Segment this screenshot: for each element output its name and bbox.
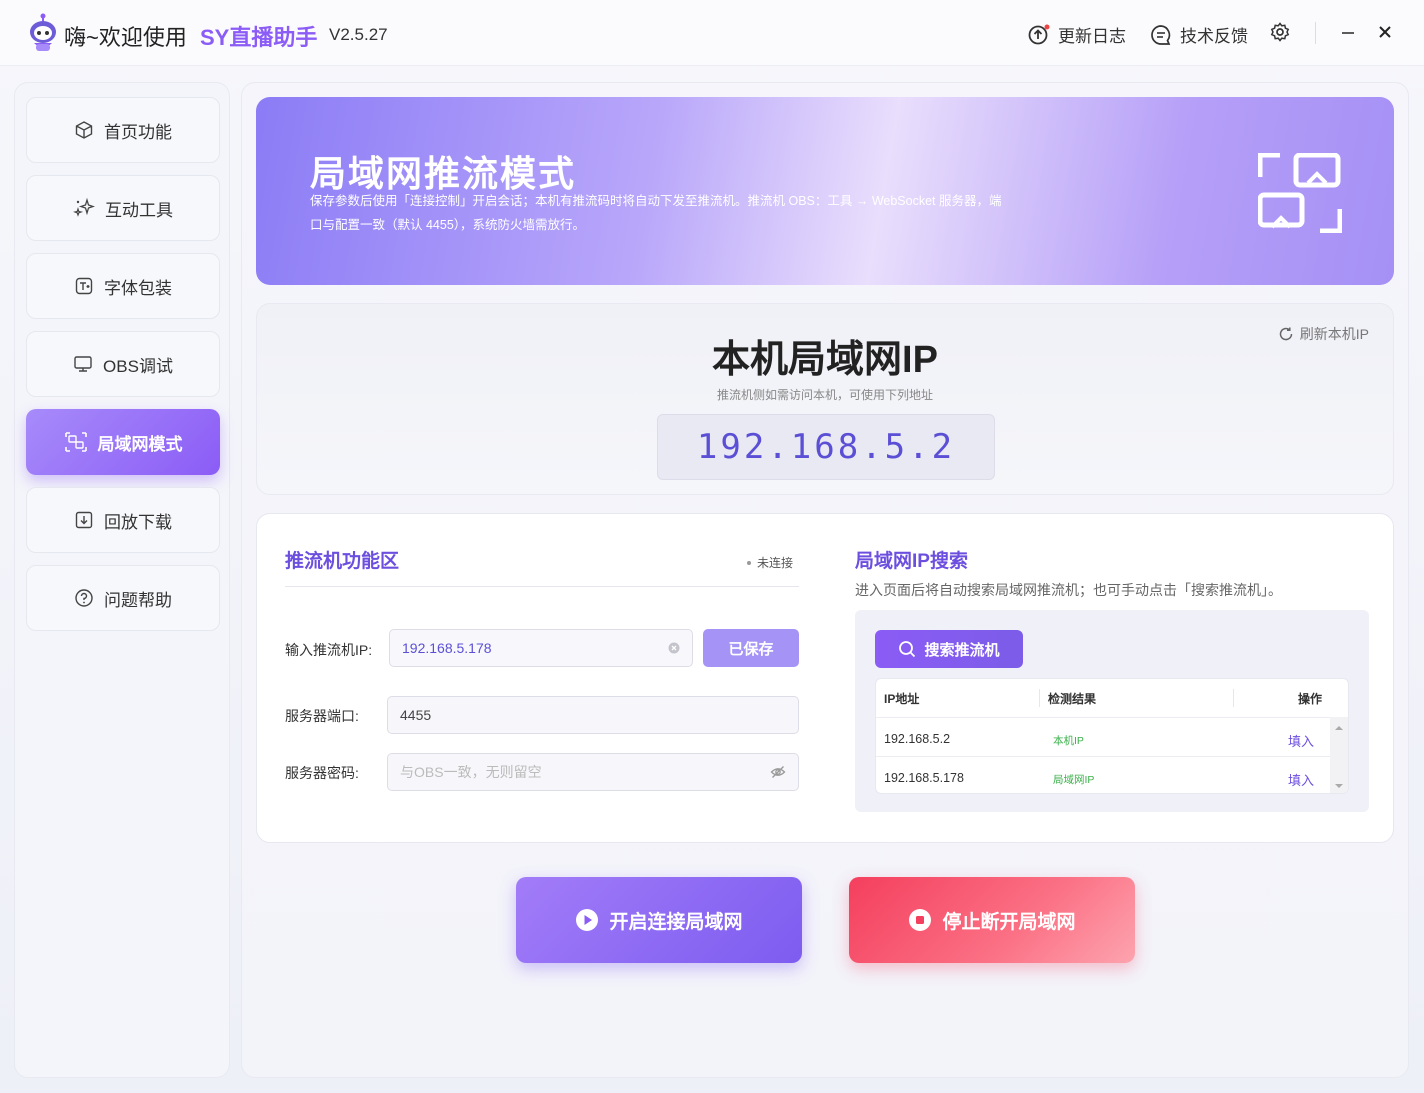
port-label: 服务器端口: bbox=[285, 708, 359, 724]
column-header-action: 操作 bbox=[1298, 691, 1323, 706]
lan-icon bbox=[64, 432, 87, 452]
sidebar-item-label: 互动工具 bbox=[105, 200, 173, 220]
sidebar-item-font-packaging[interactable]: 字体包装 bbox=[26, 253, 220, 319]
sidebar-item-label: 首页功能 bbox=[104, 122, 172, 142]
sidebar-item-help[interactable]: 问题帮助 bbox=[26, 565, 220, 631]
search-panel: 搜索推流机 IP地址 检测结果 操作 192.168.5.2 本机IP 填入 1… bbox=[855, 610, 1369, 812]
main-panel: 局域网推流模式 保存参数后使用「连接控制」开启会话；本机有推流码时将自动下发至推… bbox=[241, 82, 1409, 1078]
port-input[interactable]: 4455 bbox=[387, 696, 799, 734]
save-button[interactable]: 已保存 bbox=[703, 629, 799, 667]
app-window: 嗨~欢迎使用 SY直播助手 V2.5.27 更新日志 技术反馈 首页功能 互动工… bbox=[0, 0, 1424, 1093]
brand-name: SY直播助手 bbox=[200, 25, 318, 50]
sparkle-icon bbox=[73, 197, 95, 217]
download-icon bbox=[75, 511, 93, 529]
section-divider bbox=[285, 586, 799, 587]
version-label: V2.5.27 bbox=[329, 25, 388, 44]
row-divider bbox=[876, 756, 1332, 757]
feedback-button[interactable]: 技术反馈 bbox=[1150, 22, 1248, 47]
sidebar-item-label: 问题帮助 bbox=[104, 590, 172, 610]
local-ip-title: 本机局域网IP bbox=[712, 339, 938, 381]
sidebar-item-label: 回放下载 bbox=[104, 512, 172, 532]
refresh-icon bbox=[1279, 327, 1293, 341]
close-button[interactable] bbox=[1377, 24, 1393, 40]
password-placeholder: 与OBS一致，无则留空 bbox=[400, 764, 542, 780]
status-dot bbox=[747, 560, 751, 565]
sidebar-item-replay-download[interactable]: 回放下载 bbox=[26, 487, 220, 553]
search-pusher-label: 搜索推流机 bbox=[924, 641, 1000, 659]
table-scrollbar[interactable] bbox=[1330, 717, 1348, 793]
feedback-label: 技术反馈 bbox=[1180, 27, 1248, 46]
changelog-button[interactable]: 更新日志 bbox=[1028, 22, 1126, 47]
search-icon bbox=[899, 641, 916, 658]
stop-lan-button[interactable]: 停止断开局域网 bbox=[849, 877, 1135, 963]
sidebar: 首页功能 互动工具 字体包装 OBS调试 局域网模式 回放下载 问题帮助 bbox=[14, 82, 230, 1078]
clear-icon[interactable] bbox=[668, 642, 680, 654]
function-card: 推流机功能区 未连接 输入推流机IP: 192.168.5.178 已保存 服务… bbox=[256, 513, 1394, 843]
pusher-ip-label: 输入推流机IP: bbox=[285, 642, 373, 658]
sidebar-item-interactive-tools[interactable]: 互动工具 bbox=[26, 175, 220, 241]
eye-off-icon[interactable] bbox=[770, 764, 786, 780]
local-ip-value: 192.168.5.2 bbox=[657, 414, 995, 480]
robot-logo-icon bbox=[30, 13, 56, 51]
column-header-result: 检测结果 bbox=[1048, 691, 1097, 706]
play-icon bbox=[576, 909, 599, 931]
result-row-tag: 本机IP bbox=[1053, 735, 1084, 747]
banner-description: 保存参数后使用「连接控制」开启会话；本机有推流码时将自动下发至推流机。推流机 O… bbox=[310, 194, 1002, 232]
monitor-icon bbox=[74, 356, 92, 372]
search-pusher-button[interactable]: 搜索推流机 bbox=[875, 630, 1023, 668]
column-divider bbox=[1039, 689, 1040, 707]
port-value: 4455 bbox=[400, 707, 432, 723]
result-row-ip: 192.168.5.178 bbox=[884, 771, 964, 785]
changelog-label: 更新日志 bbox=[1058, 27, 1126, 46]
start-lan-label: 开启连接局域网 bbox=[609, 911, 743, 933]
password-input[interactable]: 与OBS一致，无则留空 bbox=[387, 753, 799, 791]
greeting-text: 嗨~欢迎使用 bbox=[64, 25, 187, 50]
minimize-button[interactable] bbox=[1340, 24, 1356, 40]
scroll-up-icon[interactable] bbox=[1330, 721, 1348, 735]
settings-button[interactable] bbox=[1270, 22, 1290, 42]
start-lan-button[interactable]: 开启连接局域网 bbox=[516, 877, 802, 963]
search-results-table: IP地址 检测结果 操作 192.168.5.2 本机IP 填入 192.168… bbox=[875, 678, 1349, 794]
result-row-ip: 192.168.5.2 bbox=[884, 732, 951, 746]
gear-icon bbox=[1270, 22, 1290, 42]
sidebar-item-label: OBS调试 bbox=[103, 356, 173, 376]
stop-icon bbox=[909, 909, 932, 931]
update-icon bbox=[1028, 24, 1050, 44]
password-label: 服务器密码: bbox=[285, 765, 359, 781]
sidebar-item-label: 局域网模式 bbox=[97, 434, 183, 454]
pusher-ip-value: 192.168.5.178 bbox=[402, 640, 492, 656]
local-ip-subtitle: 推流机侧如需访问本机，可使用下列地址 bbox=[716, 388, 933, 402]
screen-cast-icon bbox=[1258, 153, 1342, 233]
minimize-icon bbox=[1342, 32, 1354, 34]
cube-icon bbox=[75, 121, 93, 139]
fill-in-link[interactable]: 填入 bbox=[1288, 770, 1314, 789]
refresh-ip-button[interactable]: 刷新本机IP bbox=[1278, 324, 1369, 344]
scroll-down-icon[interactable] bbox=[1330, 779, 1348, 793]
pusher-section-title: 推流机功能区 bbox=[285, 551, 400, 572]
sidebar-item-home[interactable]: 首页功能 bbox=[26, 97, 220, 163]
pusher-ip-input[interactable]: 192.168.5.178 bbox=[389, 629, 693, 667]
result-row-tag: 局域网IP bbox=[1053, 774, 1095, 786]
search-section-title: 局域网IP搜索 bbox=[855, 551, 968, 572]
connection-status: 未连接 bbox=[747, 554, 793, 571]
titlebar-divider bbox=[1315, 22, 1316, 44]
search-description: 进入页面后将自动搜索局域网推流机；也可手动点击「搜索推流机」。 bbox=[855, 582, 1282, 598]
refresh-ip-label: 刷新本机IP bbox=[1299, 326, 1369, 342]
sidebar-item-obs-debug[interactable]: OBS调试 bbox=[26, 331, 220, 397]
mode-banner: 局域网推流模式 保存参数后使用「连接控制」开启会话；本机有推流码时将自动下发至推… bbox=[256, 97, 1394, 285]
close-icon bbox=[1379, 26, 1391, 38]
chat-icon bbox=[1151, 24, 1171, 45]
status-label: 未连接 bbox=[757, 556, 794, 570]
column-header-ip: IP地址 bbox=[884, 691, 920, 706]
stop-lan-label: 停止断开局域网 bbox=[942, 911, 1076, 933]
fill-in-link[interactable]: 填入 bbox=[1288, 731, 1314, 750]
title-bar: 嗨~欢迎使用 SY直播助手 V2.5.27 更新日志 技术反馈 bbox=[0, 0, 1424, 66]
local-ip-card: 本机局域网IP 推流机侧如需访问本机，可使用下列地址 192.168.5.2 刷… bbox=[256, 303, 1394, 495]
help-icon bbox=[75, 589, 93, 607]
column-divider bbox=[1233, 689, 1234, 707]
row-divider bbox=[876, 717, 1332, 718]
sidebar-item-lan-mode[interactable]: 局域网模式 bbox=[26, 409, 220, 475]
text-icon bbox=[75, 277, 93, 295]
sidebar-item-label: 字体包装 bbox=[104, 278, 172, 298]
